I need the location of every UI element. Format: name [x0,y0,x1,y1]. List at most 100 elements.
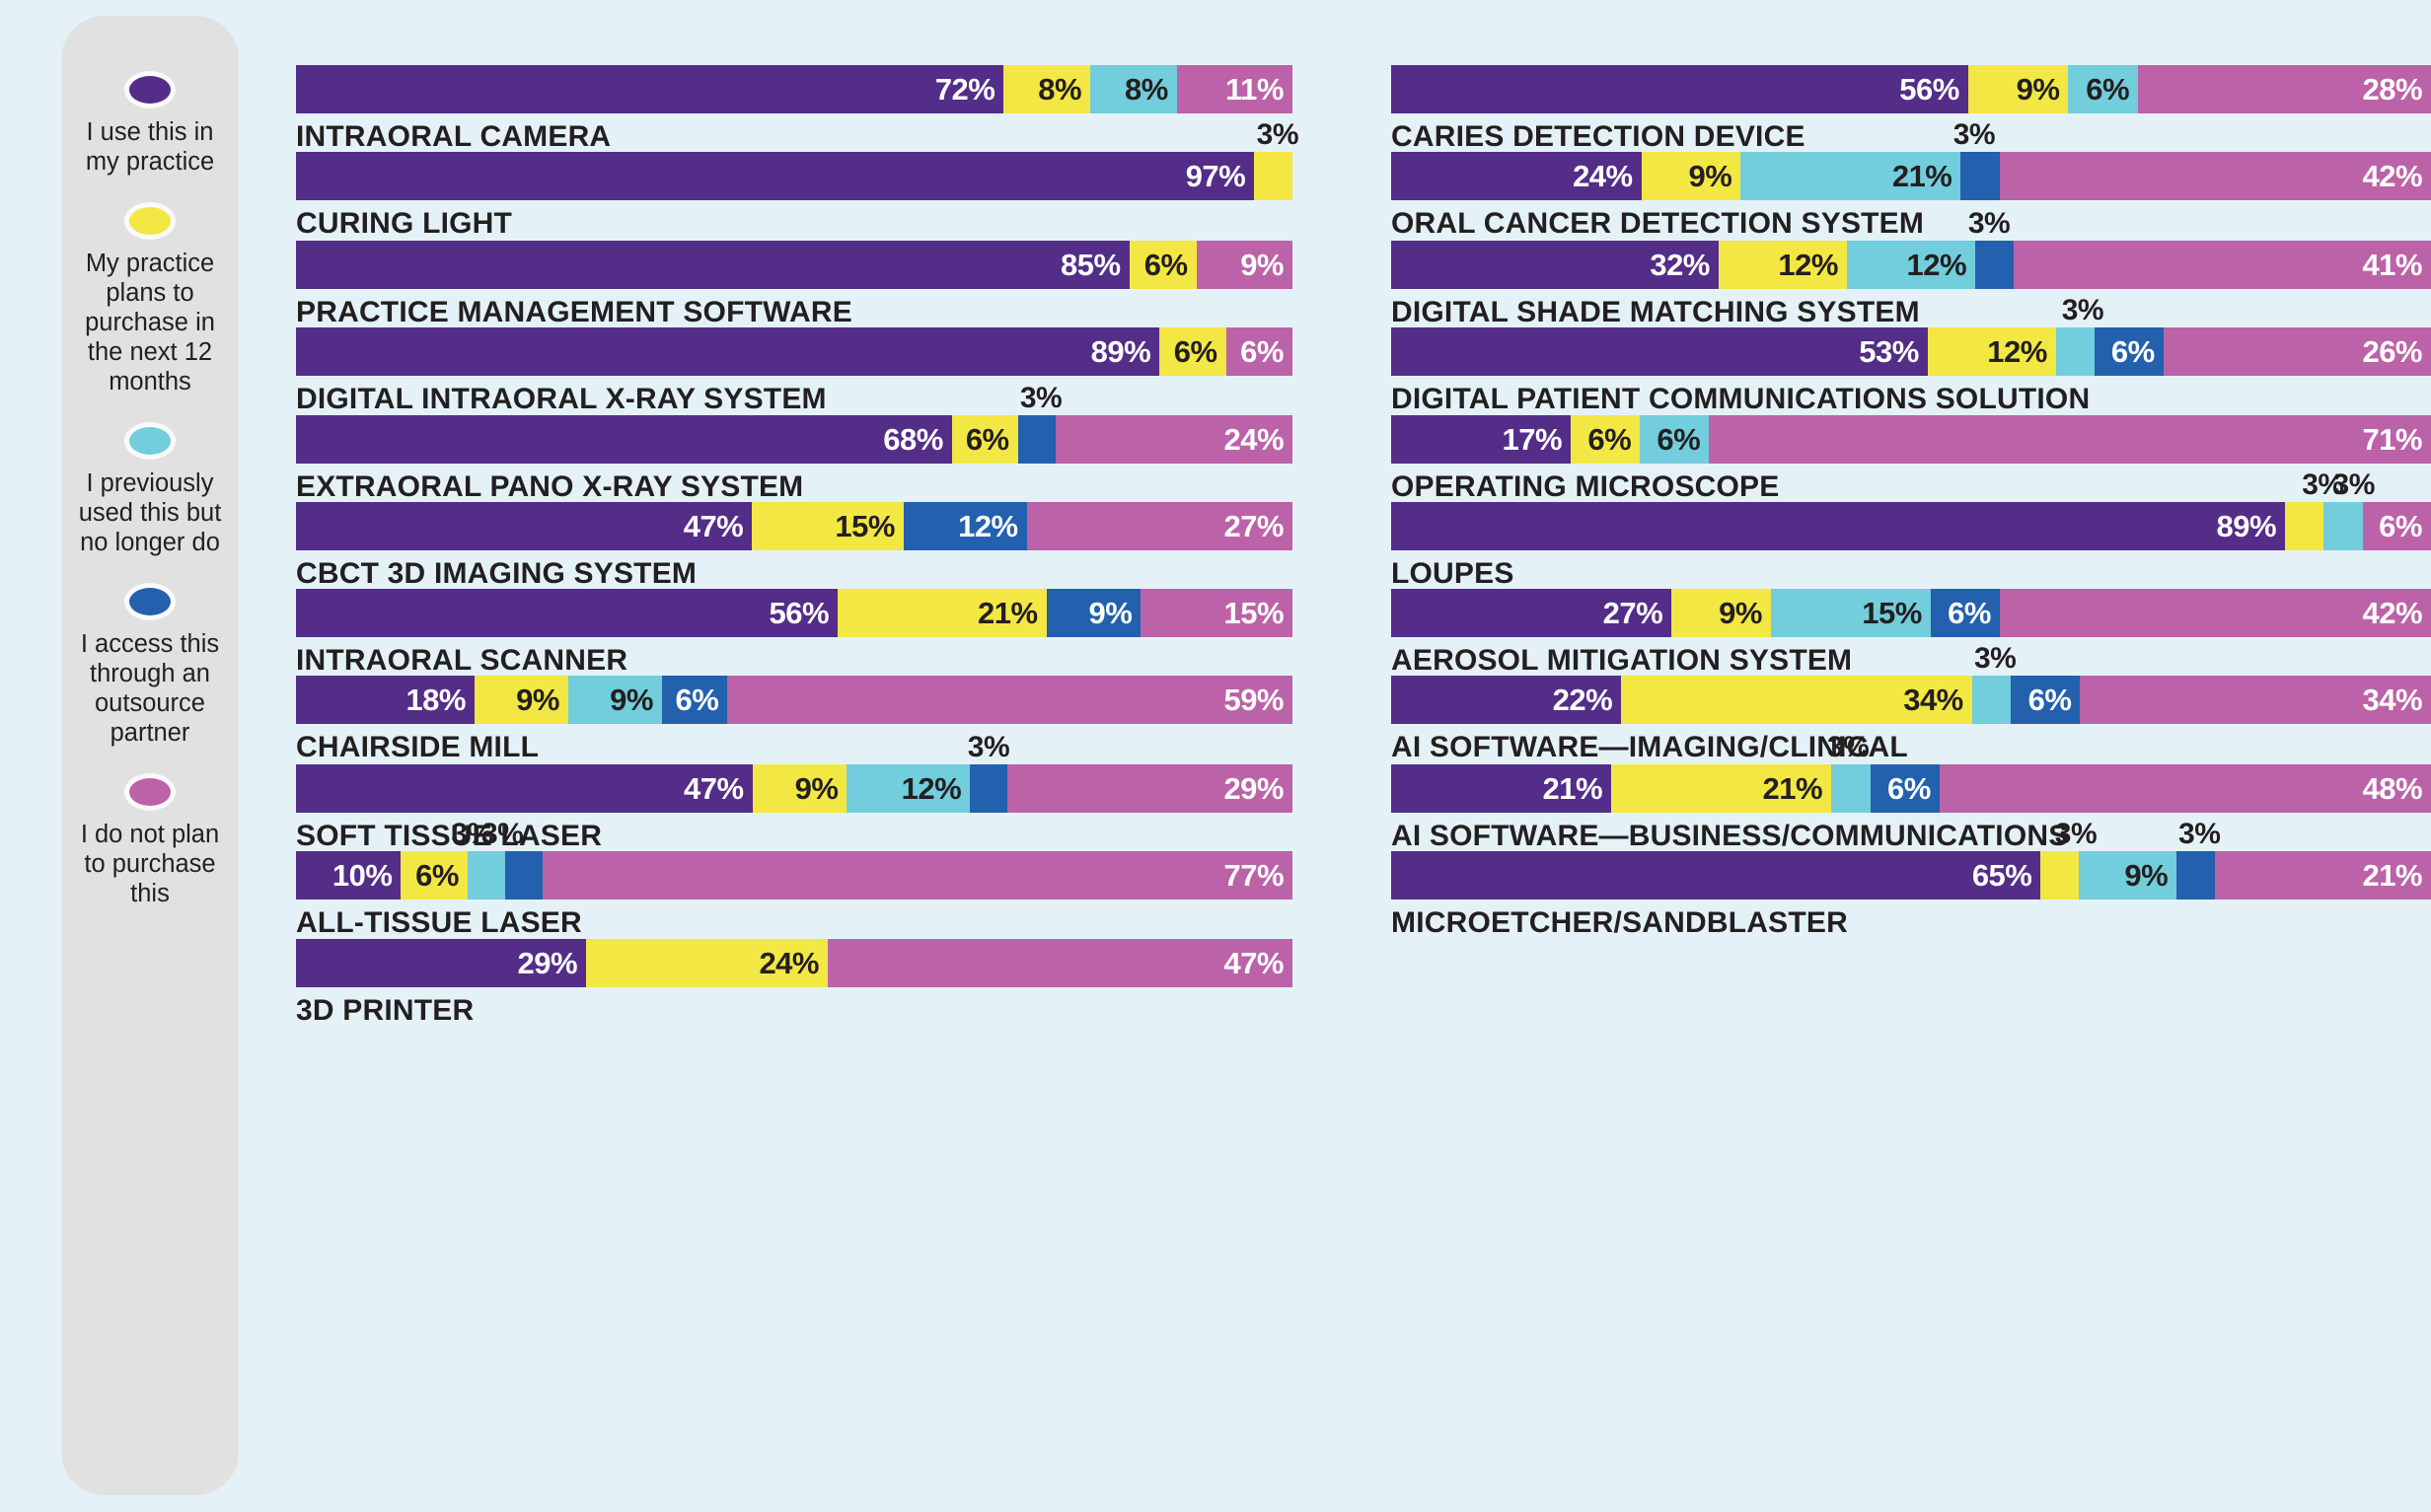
stacked-bar: 22% 34% 6% 34% [1391,676,2431,724]
bar-segment: 56% [1391,65,1968,113]
bar-segment [2055,327,2096,376]
stacked-bar: 17% 6% 6% 71% [1391,415,2431,464]
legend-item-0: I use this in my practice [76,71,224,177]
bar-segment: 21% [1391,764,1612,813]
bar-segment: 27% [1391,589,1672,637]
bar-segment: 71% [1709,415,2431,464]
stacked-bar: 24% 9% 21% 42% [1391,152,2431,200]
bar-segment: 97% [296,152,1255,200]
bar-segment: 21% [1611,764,1832,813]
stacked-bar: 89% 6% 6% [296,327,1292,376]
segment-callout-label: 3% [1967,207,2011,240]
bar-segment: 41% [2014,241,2431,289]
stacked-bar: 27% 9% 15% 6% 42% [1391,589,2431,637]
bar-segment: 22% [1391,676,1622,724]
bar-segment: 6% [1930,589,2000,637]
callout-row [296,22,1292,65]
bar-segment: 6% [661,676,728,724]
bar-segment: 15% [1141,589,1292,637]
bar-segment: 11% [1176,65,1292,113]
bar-segment: 6% [2362,502,2431,550]
callout-row [296,197,1292,241]
bar-segment [2323,502,2363,550]
bar-segment: 59% [727,676,1292,724]
bar-segment: 24% [586,939,828,987]
bar-segment: 6% [1870,764,1940,813]
bar-segment [2176,851,2216,900]
bar-segment: 21% [2215,851,2431,900]
bar-segment: 6% [401,851,468,900]
bar-segment [1017,415,1056,464]
bar-segment: 48% [1939,764,2431,813]
bar-segment: 15% [1770,589,1931,637]
bar-segment: 12% [1846,241,1976,289]
callout-row [1391,545,2431,589]
segment-callout-label: 3% [480,818,524,850]
bar-segment: 42% [1999,152,2431,200]
callout-row: 3% [296,108,1299,152]
segment-callout-label: 3% [1952,118,1996,151]
category-label: 3D PRINTER [296,994,475,1027]
stacked-bar: 85% 6% 9% [296,241,1292,289]
bar-segment: 6% [2095,327,2164,376]
bar-segment: 29% [1007,764,1292,813]
bar-segment: 42% [1999,589,2431,637]
callout-row [296,896,1292,939]
bar-segment: 72% [296,65,1004,113]
stacked-bar: 72% 8% 8% 11% [296,65,1292,113]
bar-segment: 68% [296,415,952,464]
stacked-bar: 47% 15% 12% 27% [296,502,1292,550]
bar-segment: 9% [1046,589,1142,637]
callout-row: 3% 3% [1391,459,2431,502]
legend-item-label: I do not plan to purchase this [80,821,220,907]
bar-segment: 9% [1641,152,1741,200]
stacked-bar: 32% 12% 12% 41% [1391,241,2431,289]
bar-segment: 6% [1159,327,1226,376]
bar-segment: 8% [1090,65,1177,113]
bar-segment: 47% [827,939,1292,987]
callout-row [296,459,1292,502]
stacked-bar: 21% 21% 6% 48% [1391,764,2431,813]
bar-segment: 9% [752,764,847,813]
bar-segment: 21% [838,589,1047,637]
bar-segment: 53% [1391,327,1928,376]
bar-segment: 28% [2138,65,2431,113]
bar-segment: 9% [1196,241,1292,289]
bar-segment: 9% [2079,851,2177,900]
stacked-bar: 89% 6% [1391,502,2431,550]
bar-segment: 34% [1621,676,1972,724]
bar-segment: 15% [752,502,904,550]
bar-segment: 6% [1225,327,1292,376]
bar-segment: 9% [1671,589,1771,637]
callout-row: 3% [1391,632,2431,676]
callout-row: 3% [1391,108,2431,152]
bar-segment: 29% [296,939,587,987]
bar-segment [970,764,1008,813]
stacked-bar: 56% 9% 6% 28% [1391,65,2431,113]
callout-row [296,632,1292,676]
bar-segment [1975,241,2015,289]
callout-row [1391,372,2431,415]
bar-segment: 12% [1927,327,2056,376]
bar-segment: 89% [1391,502,2286,550]
stacked-bar: 10% 6% 77% [296,851,1292,900]
bar-segment: 27% [1026,502,1292,550]
bar-segment: 12% [1718,241,1847,289]
bar-segment: 77% [543,851,1292,900]
legend-swatch-icon [124,202,176,240]
bar-segment: 8% [1003,65,1091,113]
bar-segment [1254,152,1292,200]
chart-area: 72% 8% 8% 11% INTRAORAL CAMERA 3% 97% CURING LI… [296,0,2431,1512]
segment-callout-label: 3% [1826,731,1870,763]
legend-swatch-icon [124,583,176,620]
bar-segment: 34% [2080,676,2431,724]
bar-group: 29% 24% 47% 3D PRINTER [296,896,1292,1028]
callout-row: 3% 3% [1391,808,2431,851]
callout-row [1391,22,2431,65]
bar-segment [1960,152,2000,200]
bar-segment: 47% [296,764,753,813]
callout-row: 3% 3% [296,808,1292,851]
bar-group: 3% 3% 65% 9% 21% MICROETCHER/SANDBLASTER [1391,808,2431,940]
bar-segment: 6% [951,415,1018,464]
bar-segment: 6% [2011,676,2081,724]
